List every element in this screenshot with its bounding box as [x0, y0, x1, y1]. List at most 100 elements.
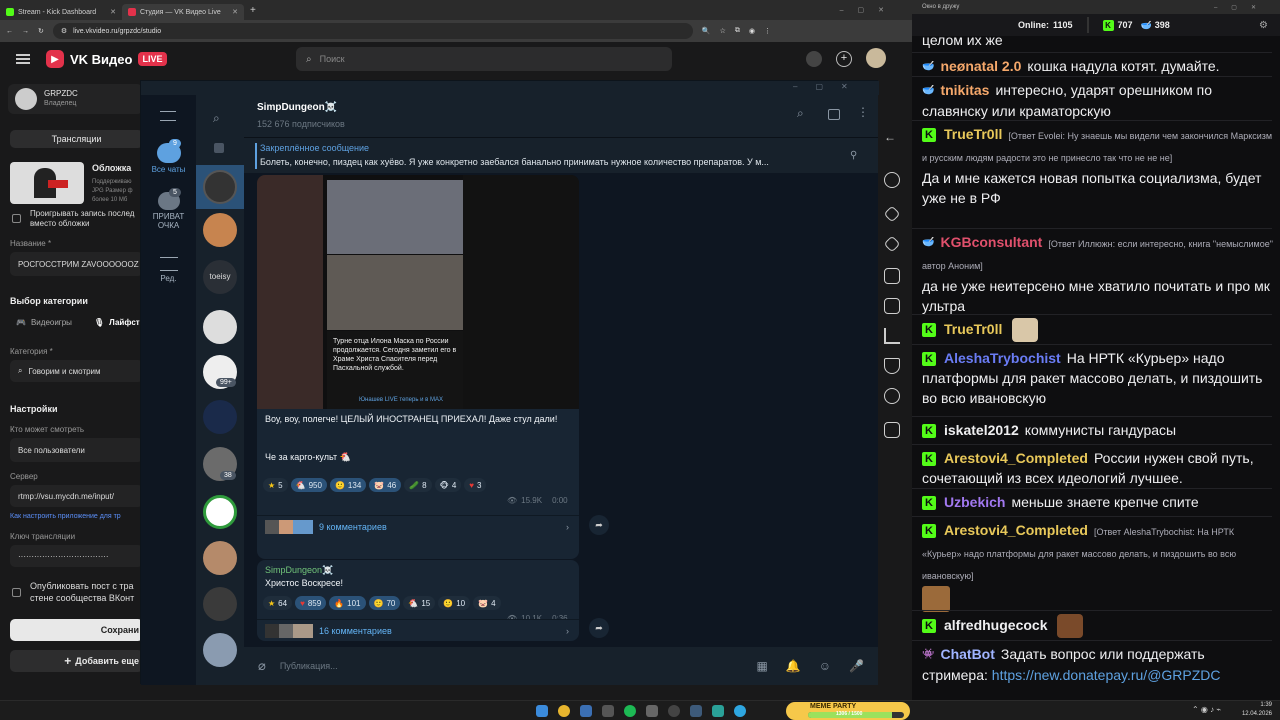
chat-username[interactable]: Arestovi4_Completed	[944, 522, 1088, 538]
add-more-button[interactable]: + Добавить еще	[10, 650, 143, 672]
url-field[interactable]: ⚙ live.vkvideo.ru/grpzdc/studio	[52, 23, 693, 39]
chat-avatar[interactable]	[203, 400, 237, 434]
pin-list-icon[interactable]: ⚲	[850, 150, 857, 161]
pinned-message[interactable]: Закреплённое сообщение Болеть, конечно, …	[244, 137, 878, 173]
window-controls[interactable]: –▢✕	[1214, 4, 1270, 11]
reaction-chip[interactable]: ♥ 859	[295, 596, 327, 610]
chat-username[interactable]: iskatel2012	[944, 422, 1019, 438]
publish-post-checkbox[interactable]	[12, 588, 21, 597]
window-controls[interactable]: –▢✕	[793, 82, 866, 91]
menu-burger-icon[interactable]	[16, 54, 30, 64]
reaction-chip[interactable]: ♥ 3	[464, 478, 487, 492]
reaction-chip[interactable]: 🙂 10	[438, 596, 471, 610]
spotify-icon[interactable]	[624, 705, 636, 717]
close-tab-icon[interactable]: ✕	[110, 8, 116, 16]
vk-logo[interactable]: ▶ VK Видео LIVE	[46, 50, 167, 68]
cover-thumbnail[interactable]	[10, 162, 84, 204]
chat-avatar[interactable]	[203, 170, 237, 204]
steam-icon[interactable]	[602, 705, 614, 717]
who-watch-select[interactable]: Все пользователи	[10, 438, 143, 462]
reaction-chip[interactable]: 🙂 70	[368, 596, 401, 610]
chrome-icon[interactable]	[558, 705, 570, 717]
reaction-chip[interactable]: 🔥 101	[329, 596, 366, 610]
server-field[interactable]: rtmp://vsu.mycdn.me/input/	[10, 485, 143, 507]
tg-menu-icon[interactable]	[160, 111, 176, 121]
site-info-icon[interactable]: ⚙	[61, 27, 67, 35]
reload-icon[interactable]: ↻	[38, 27, 44, 35]
app-icon[interactable]	[690, 705, 702, 717]
post-author[interactable]: SimpDungeon☠️	[265, 565, 333, 576]
reaction-chip[interactable]: 🐷 46	[369, 478, 402, 492]
app-icon[interactable]	[712, 705, 724, 717]
meme-party-widget[interactable]: MEME PARTY 1306 / 1500	[786, 702, 910, 720]
reaction-chip[interactable]: 🐵 4	[434, 478, 462, 492]
dice-icon[interactable]	[884, 268, 900, 284]
category-tab-lifestyle[interactable]: 🎙 Лайфст	[94, 318, 140, 327]
attach-icon[interactable]: ⌀	[258, 658, 266, 674]
zoom-icon[interactable]: 🔍	[702, 27, 711, 35]
message-input[interactable]: Публикация...	[280, 661, 757, 671]
user-avatar[interactable]	[866, 48, 886, 68]
close-tab-icon[interactable]: ✕	[232, 8, 238, 16]
extensions-icon[interactable]: ⧉	[735, 27, 740, 35]
forward-icon[interactable]: ➦	[589, 515, 609, 535]
channel-header[interactable]: SimpDungeon☠️ 152 676 подписчиков ⌕ ⋮	[244, 95, 878, 137]
chat-avatar[interactable]	[203, 495, 237, 529]
swap-icon[interactable]	[884, 388, 900, 404]
search-icon[interactable]: ⌕	[797, 106, 804, 121]
reaction-chip[interactable]: 🐔 15	[403, 596, 436, 610]
chat-username[interactable]: TrueTr0ll	[944, 126, 1002, 142]
chat-username[interactable]: Arestovi4_Completed	[944, 450, 1088, 466]
channel-card[interactable]: GRPZDC Владелец	[8, 84, 143, 114]
reaction-chip[interactable]: 🐷 4	[473, 596, 501, 610]
gem-icon[interactable]	[883, 235, 901, 253]
gear-icon[interactable]: ⚙	[1259, 20, 1268, 31]
chat-username[interactable]: Uzbekich	[944, 494, 1005, 510]
howto-link[interactable]: Как настроить приложение для тр	[10, 513, 121, 520]
chat-username[interactable]: TrueTr0ll	[944, 321, 1002, 337]
add-icon[interactable]: +	[836, 51, 852, 67]
profile-icon[interactable]: ◉	[749, 27, 755, 35]
chat-username[interactable]: AleshaTrybochist	[944, 350, 1061, 366]
comments-link[interactable]: 9 комментариев ›	[257, 515, 579, 537]
stream-key-field[interactable]: ··································	[10, 545, 143, 567]
clip-icon[interactable]	[884, 422, 900, 438]
emoji-icon[interactable]: ☺	[819, 659, 831, 673]
reaction-chip[interactable]: 🙂 134	[329, 478, 367, 492]
category-tab-games[interactable]: 🎮 Видеоигры	[16, 318, 72, 327]
tab-vk-studio[interactable]: Студия — VK Видео Live ✕	[122, 4, 244, 20]
more-dots-icon[interactable]: ⋮	[857, 105, 869, 119]
chat-avatar[interactable]	[203, 541, 237, 575]
archive-icon[interactable]	[214, 143, 224, 153]
donate-link[interactable]: https://new.donatepay.ru/@GRPZDC	[992, 667, 1221, 683]
diamond-icon[interactable]	[883, 205, 901, 223]
chat-username[interactable]: ChatBot	[940, 646, 994, 662]
gear-icon[interactable]	[884, 172, 900, 188]
reaction-chip[interactable]: 🐔 950	[290, 478, 327, 492]
microphone-icon[interactable]: 🎤	[849, 659, 864, 673]
trophy-icon[interactable]	[884, 358, 900, 374]
back-arrow-icon[interactable]: ←	[884, 130, 896, 144]
telegram-icon[interactable]	[734, 705, 746, 717]
broadcasts-button[interactable]: Трансляции	[10, 130, 143, 148]
chat-username[interactable]: neønatal 2.0	[940, 58, 1021, 74]
category-select[interactable]: ⌕ Говорим и смотрим	[10, 360, 143, 382]
name-input[interactable]: РОСГОССТРИМ ZAVOOOOOOZ	[10, 252, 143, 276]
search-icon[interactable]: ⌕	[213, 111, 220, 126]
bell-icon[interactable]: 🔔	[786, 659, 801, 673]
chat-avatar[interactable]	[203, 213, 237, 247]
start-icon[interactable]	[536, 705, 548, 717]
bookmark-star-icon[interactable]: ☆	[720, 27, 726, 35]
chat-avatar[interactable]	[203, 310, 237, 344]
reaction-chip[interactable]: 🥒 8	[404, 478, 432, 492]
play-record-checkbox[interactable]	[12, 214, 21, 223]
tray-icons[interactable]: ⌃ ◉ ♪ ⌁	[1192, 705, 1221, 714]
chat-username[interactable]: alfredhugecock	[944, 617, 1047, 633]
chat-avatar[interactable]: toeisy	[203, 260, 237, 294]
notifications-icon[interactable]	[806, 51, 822, 67]
menu-dots-icon[interactable]: ⋮	[764, 27, 771, 35]
reaction-star[interactable]: ★ 5	[263, 478, 288, 492]
back-icon[interactable]: ←	[6, 28, 13, 35]
forward-icon[interactable]: →	[22, 28, 29, 35]
list-icon[interactable]	[884, 298, 900, 314]
